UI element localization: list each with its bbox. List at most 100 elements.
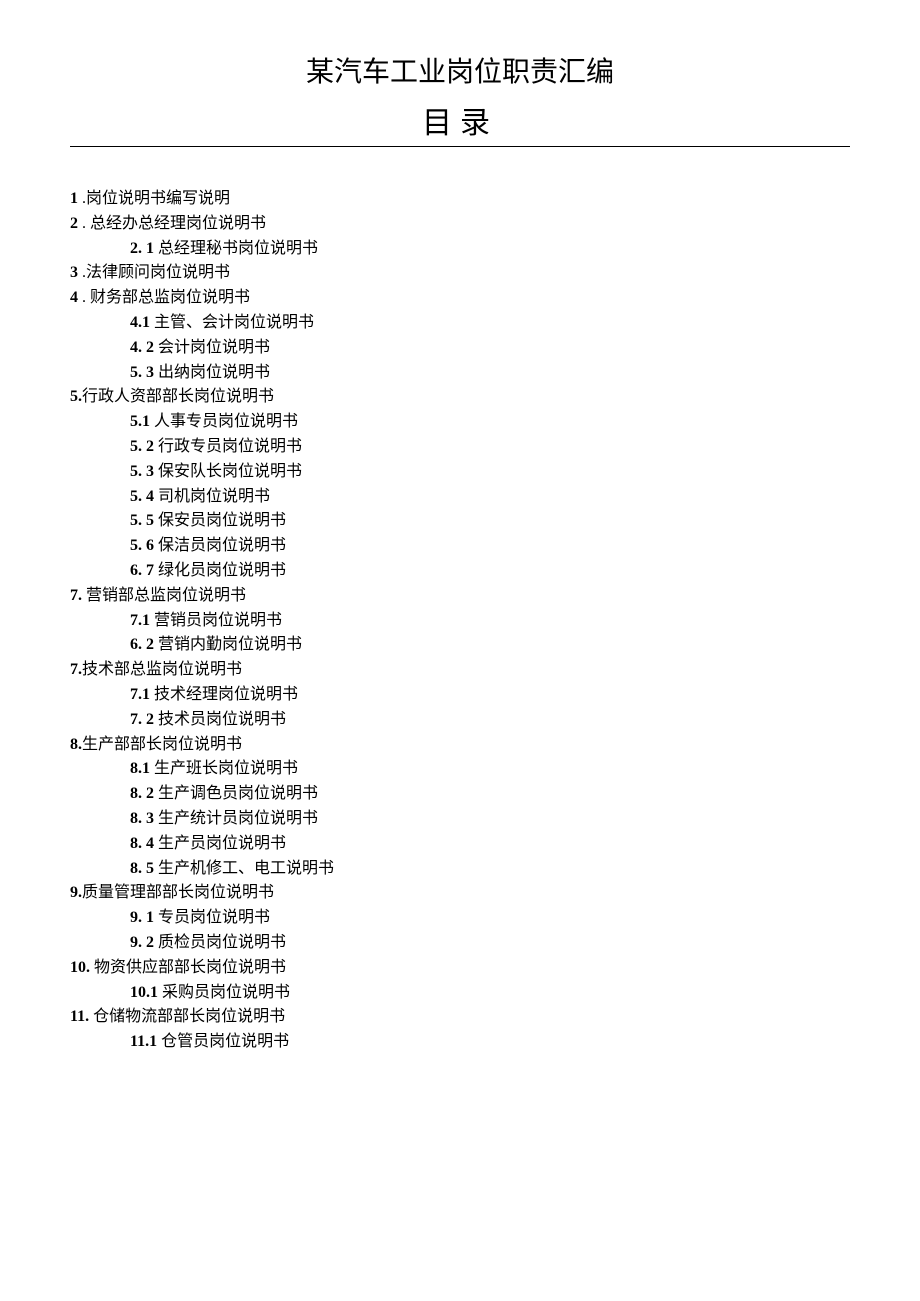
- toc-item-text: 出纳岗位说明书: [158, 364, 270, 381]
- toc-item-text: 仓管员岗位说明书: [161, 1033, 289, 1050]
- toc-item: 10.1 采购员岗位说明书: [130, 981, 920, 1006]
- toc-item-number: 10.: [70, 959, 94, 976]
- toc-item-number: 4.1: [130, 314, 154, 331]
- toc-item: 7. 2 技术员岗位说明书: [130, 708, 920, 733]
- toc-item-text: 技术员岗位说明书: [158, 711, 286, 728]
- toc-item-number: 8. 5: [130, 860, 158, 877]
- document-title: 某汽车工业岗位职责汇编: [0, 50, 920, 90]
- title-divider: [70, 146, 850, 147]
- toc-item: 5. 6 保洁员岗位说明书: [130, 534, 920, 559]
- toc-item: 8.1 生产班长岗位说明书: [130, 757, 920, 782]
- toc-item: 5. 5 保安员岗位说明书: [130, 509, 920, 534]
- toc-item-text: 专员岗位说明书: [158, 909, 270, 926]
- toc-item: 5. 4 司机岗位说明书: [130, 485, 920, 510]
- toc-item-text: 生产班长岗位说明书: [154, 760, 298, 777]
- toc-item: 8. 5 生产机修工、电工说明书: [130, 857, 920, 882]
- toc-item-number: 7.1: [130, 686, 154, 703]
- toc-item-number: 8. 3: [130, 810, 158, 827]
- toc-item-text: 营销内勤岗位说明书: [158, 636, 302, 653]
- toc-item: 8. 2 生产调色员岗位说明书: [130, 782, 920, 807]
- toc-item-number: 5.1: [130, 413, 154, 430]
- toc-item-text: 仓储物流部部长岗位说明书: [93, 1008, 285, 1025]
- toc-item-text: 技术部总监岗位说明书: [82, 661, 242, 678]
- toc-item: 7. 营销部总监岗位说明书: [70, 584, 920, 609]
- toc-item-number: 7.: [70, 587, 86, 604]
- toc-item-text: 质检员岗位说明书: [158, 934, 286, 951]
- toc-item-text: 保安队长岗位说明书: [158, 463, 302, 480]
- toc-item-number: 8.1: [130, 760, 154, 777]
- toc-item-number: 7. 2: [130, 711, 158, 728]
- toc-item-number: 6. 2: [130, 636, 158, 653]
- toc-item: 4 . 财务部总监岗位说明书: [70, 286, 920, 311]
- toc-item: 6. 2 营销内勤岗位说明书: [130, 633, 920, 658]
- toc-item-number: 6. 7: [130, 562, 158, 579]
- toc-item-text: 保安员岗位说明书: [158, 512, 286, 529]
- toc-item-number: 9.: [70, 884, 82, 901]
- toc-item-text: 行政人资部部长岗位说明书: [82, 388, 274, 405]
- toc-item: 11. 仓储物流部部长岗位说明书: [70, 1005, 920, 1030]
- toc-item: 7.技术部总监岗位说明书: [70, 658, 920, 683]
- toc-item-number: 1: [70, 190, 82, 207]
- toc-item-number: 2: [70, 215, 82, 232]
- toc-item: 3 .法律顾问岗位说明书: [70, 261, 920, 286]
- toc-item-text: 采购员岗位说明书: [162, 984, 290, 1001]
- toc-item: 2. 1 总经理秘书岗位说明书: [130, 237, 920, 262]
- toc-item: 10. 物资供应部部长岗位说明书: [70, 956, 920, 981]
- toc-item-number: 2. 1: [130, 240, 158, 257]
- toc-item: 9.质量管理部部长岗位说明书: [70, 881, 920, 906]
- toc-item: 7.1 营销员岗位说明书: [130, 609, 920, 634]
- toc-item-text: .岗位说明书编写说明: [82, 190, 230, 207]
- toc-item-number: 11.: [70, 1008, 93, 1025]
- toc-item: 8.生产部部长岗位说明书: [70, 733, 920, 758]
- toc-item-number: 9. 1: [130, 909, 158, 926]
- toc-item-number: 8.: [70, 736, 82, 753]
- toc-item-text: . 总经办总经理岗位说明书: [82, 215, 266, 232]
- toc-item-number: 5. 5: [130, 512, 158, 529]
- toc-item: 9. 2 质检员岗位说明书: [130, 931, 920, 956]
- toc-item-text: 生产统计员岗位说明书: [158, 810, 318, 827]
- document-subtitle: 目录: [0, 98, 920, 146]
- toc-item-text: 营销部总监岗位说明书: [86, 587, 246, 604]
- toc-item-text: 生产调色员岗位说明书: [158, 785, 318, 802]
- toc-item-text: 行政专员岗位说明书: [158, 438, 302, 455]
- table-of-contents: 1 .岗位说明书编写说明2 . 总经办总经理岗位说明书2. 1 总经理秘书岗位说…: [70, 187, 920, 1055]
- toc-item: 6. 7 绿化员岗位说明书: [130, 559, 920, 584]
- toc-item-text: 绿化员岗位说明书: [158, 562, 286, 579]
- toc-item-number: 5. 3: [130, 463, 158, 480]
- toc-item-number: 9. 2: [130, 934, 158, 951]
- toc-item: 4. 2 会计岗位说明书: [130, 336, 920, 361]
- toc-item: 4.1 主管、会计岗位说明书: [130, 311, 920, 336]
- toc-item-text: 生产员岗位说明书: [158, 835, 286, 852]
- toc-item-number: 5.: [70, 388, 82, 405]
- toc-item-number: 4: [70, 289, 82, 306]
- toc-item-text: 司机岗位说明书: [158, 488, 270, 505]
- toc-item-number: 4. 2: [130, 339, 158, 356]
- toc-item: 5. 2 行政专员岗位说明书: [130, 435, 920, 460]
- toc-item: 5.1 人事专员岗位说明书: [130, 410, 920, 435]
- toc-item-number: 5. 4: [130, 488, 158, 505]
- toc-item-text: 保洁员岗位说明书: [158, 537, 286, 554]
- toc-item-number: 5. 2: [130, 438, 158, 455]
- toc-item: 5.行政人资部部长岗位说明书: [70, 385, 920, 410]
- toc-item-text: 物资供应部部长岗位说明书: [94, 959, 286, 976]
- toc-item-text: 技术经理岗位说明书: [154, 686, 298, 703]
- toc-item-text: 主管、会计岗位说明书: [154, 314, 314, 331]
- toc-item: 1 .岗位说明书编写说明: [70, 187, 920, 212]
- toc-item-number: 7.1: [130, 612, 154, 629]
- toc-item-number: 5. 6: [130, 537, 158, 554]
- toc-item-number: 7.: [70, 661, 82, 678]
- toc-item: 11.1 仓管员岗位说明书: [130, 1030, 920, 1055]
- toc-item: 7.1 技术经理岗位说明书: [130, 683, 920, 708]
- toc-item-text: 质量管理部部长岗位说明书: [82, 884, 274, 901]
- toc-item-text: .法律顾问岗位说明书: [82, 264, 230, 281]
- toc-item-text: 生产部部长岗位说明书: [82, 736, 242, 753]
- toc-item-number: 3: [70, 264, 82, 281]
- toc-item-text: 总经理秘书岗位说明书: [158, 240, 318, 257]
- toc-item-number: 8. 2: [130, 785, 158, 802]
- toc-item-text: 人事专员岗位说明书: [154, 413, 298, 430]
- toc-item-number: 11.1: [130, 1033, 161, 1050]
- toc-item-text: 生产机修工、电工说明书: [158, 860, 334, 877]
- toc-item-number: 5. 3: [130, 364, 158, 381]
- toc-item: 5. 3 出纳岗位说明书: [130, 361, 920, 386]
- toc-item-text: . 财务部总监岗位说明书: [82, 289, 250, 306]
